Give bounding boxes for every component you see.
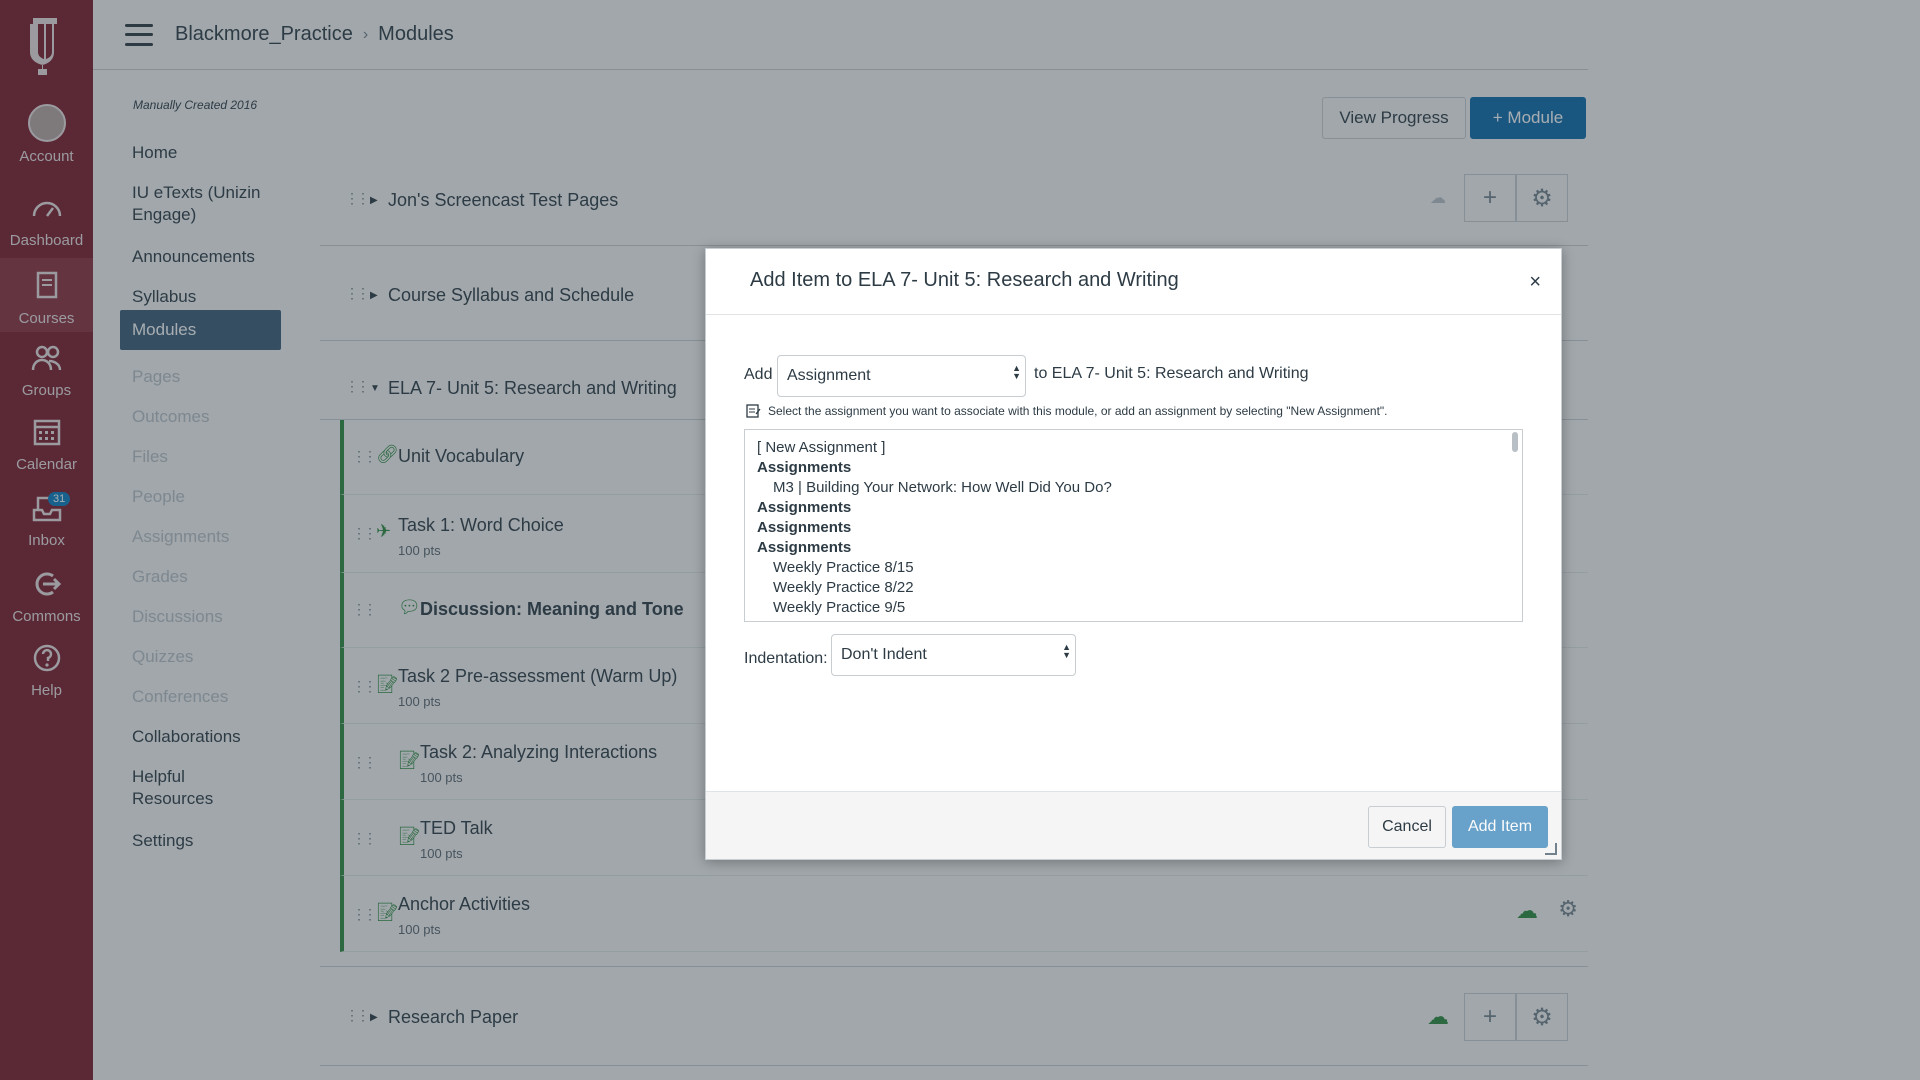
- hint-message: Select the assignment you want to associ…: [768, 404, 1388, 418]
- listbox-group-label: Assignments: [757, 499, 852, 516]
- indentation-select[interactable]: Don't Indent ▲ ▼: [831, 634, 1076, 676]
- item-type-value: Assignment: [787, 367, 871, 384]
- listbox-group-label: Assignments: [757, 539, 852, 556]
- add-item-dialog: Add Item to ELA 7- Unit 5: Research and …: [705, 248, 1562, 860]
- listbox-option[interactable]: M3 | Building Your Network: How Well Did…: [773, 478, 1112, 498]
- listbox-option[interactable]: [ New Assignment ]: [757, 438, 885, 458]
- target-module-label: to ELA 7- Unit 5: Research and Writing: [1034, 365, 1309, 382]
- add-label: Add: [744, 366, 773, 383]
- assignment-icon: [746, 404, 761, 418]
- assignment-listbox[interactable]: [ New Assignment ] Assignments M3 | Buil…: [744, 429, 1523, 622]
- add-item-button[interactable]: Add Item: [1452, 806, 1548, 848]
- listbox-option[interactable]: Weekly Practice 8/15: [773, 558, 914, 578]
- dialog-title: Add Item to ELA 7- Unit 5: Research and …: [750, 269, 1179, 291]
- resize-handle-icon[interactable]: [1545, 843, 1557, 855]
- listbox-group-label: Assignments: [757, 519, 852, 536]
- listbox-group-label: Assignments: [757, 459, 852, 476]
- item-type-select[interactable]: Assignment ▲ ▼: [777, 355, 1026, 397]
- divider: [706, 314, 1561, 315]
- hint-text: Select the assignment you want to associ…: [746, 403, 1388, 419]
- listbox-option[interactable]: Weekly Practice 9/5: [773, 598, 905, 618]
- select-arrows-icon: ▲ ▼: [1062, 642, 1071, 660]
- indentation-label: Indentation:: [744, 650, 828, 667]
- dialog-footer: Cancel Add Item: [706, 791, 1561, 859]
- listbox-option[interactable]: Weekly Practice 8/22: [773, 578, 914, 598]
- close-icon[interactable]: ×: [1529, 271, 1541, 294]
- cancel-button[interactable]: Cancel: [1368, 806, 1446, 848]
- listbox-scrollbar[interactable]: [1512, 432, 1518, 452]
- indentation-value: Don't Indent: [841, 646, 927, 663]
- select-arrows-icon: ▲ ▼: [1012, 363, 1021, 381]
